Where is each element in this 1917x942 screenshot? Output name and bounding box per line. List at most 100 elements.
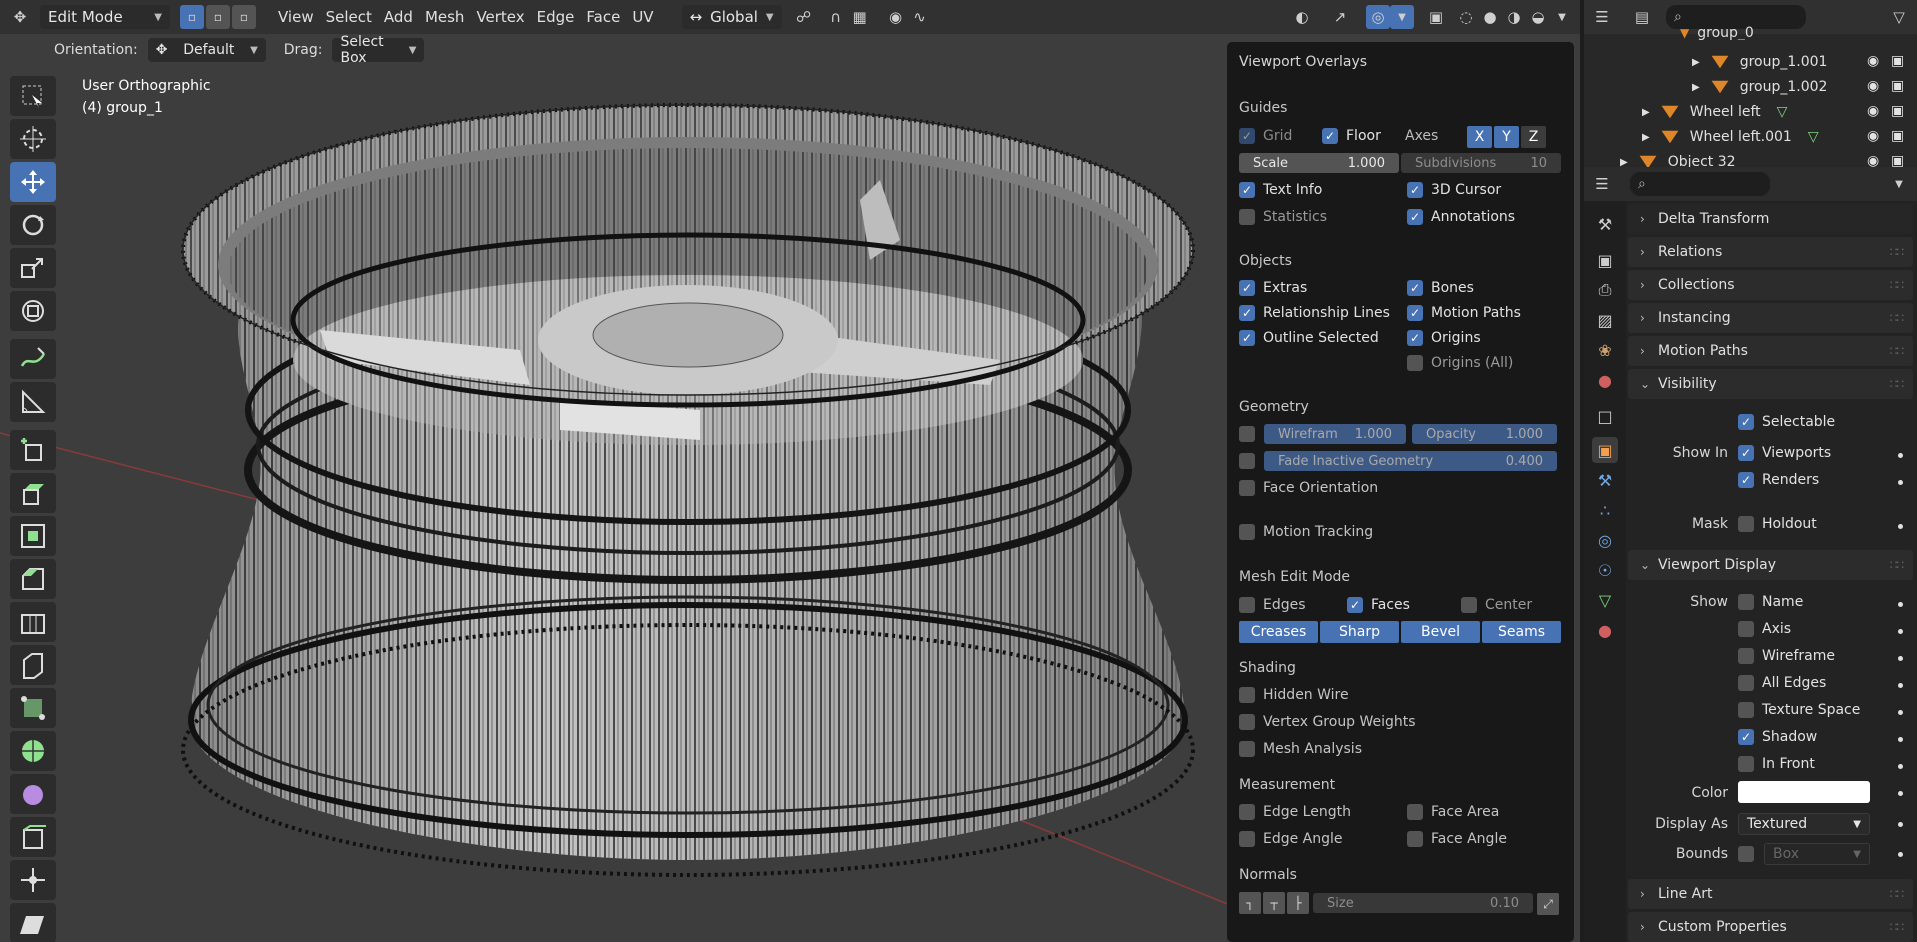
collection-tab-icon[interactable]: □ bbox=[1592, 403, 1618, 429]
scene-tab-icon[interactable]: ❀ bbox=[1592, 337, 1618, 363]
inset-tool[interactable] bbox=[10, 516, 56, 556]
camera-icon[interactable]: ▣ bbox=[1891, 153, 1904, 167]
keyframe-dot-icon[interactable] bbox=[1898, 602, 1903, 607]
display-mode-icon[interactable]: ▤ bbox=[1630, 5, 1654, 29]
knife-tool[interactable] bbox=[10, 645, 56, 685]
panel-custom-properties[interactable]: › Custom Properties ∷∷ bbox=[1628, 912, 1913, 942]
data-tab-icon[interactable]: ▽ bbox=[1592, 587, 1618, 613]
keyframe-dot-icon[interactable] bbox=[1898, 710, 1903, 715]
origins-checkbox[interactable]: ✓ Origins bbox=[1407, 330, 1481, 346]
snap-icon[interactable]: ∩ bbox=[824, 5, 848, 29]
drag-handle-icon[interactable]: ∷∷ bbox=[1890, 344, 1904, 358]
physics-tab-icon[interactable]: ◎ bbox=[1592, 527, 1618, 553]
renders-checkbox[interactable]: ✓ Renders bbox=[1738, 472, 1819, 488]
3d-cursor-checkbox[interactable]: ✓ 3D Cursor bbox=[1407, 182, 1501, 198]
keyframe-dot-icon[interactable] bbox=[1898, 656, 1903, 661]
editor-type-icon[interactable]: ✥ bbox=[8, 5, 32, 29]
outliner-row-group-1-002[interactable]: ▶ group_1.002 bbox=[1692, 75, 1827, 99]
drag-handle-icon[interactable]: ∷∷ bbox=[1890, 887, 1904, 901]
panel-line-art[interactable]: › Line Art ∷∷ bbox=[1628, 879, 1913, 909]
snap-target-icon[interactable]: ▦ bbox=[848, 5, 872, 29]
panel-motion-paths[interactable]: › Motion Paths ∷∷ bbox=[1628, 336, 1913, 366]
panel-relations[interactable]: › Relations ∷∷ bbox=[1628, 237, 1913, 267]
display-name-checkbox[interactable]: Name bbox=[1738, 594, 1803, 610]
measure-tool[interactable] bbox=[10, 382, 56, 422]
holdout-checkbox[interactable]: Holdout bbox=[1738, 516, 1817, 532]
motion-tracking-checkbox[interactable]: Motion Tracking bbox=[1239, 524, 1373, 540]
split-normals-icon[interactable]: ┬ bbox=[1263, 892, 1285, 914]
particles-tab-icon[interactable]: ∴ bbox=[1592, 497, 1618, 523]
floor-checkbox[interactable]: ✓ Floor bbox=[1322, 128, 1381, 144]
transform-orientation-dropdown[interactable]: ↔ Global ▼ bbox=[681, 5, 782, 29]
camera-icon[interactable]: ▣ bbox=[1891, 53, 1904, 69]
falloff-icon[interactable]: ∿ bbox=[908, 5, 932, 29]
visibility-icon[interactable]: ◐ bbox=[1290, 5, 1314, 29]
menu-add[interactable]: Add bbox=[378, 5, 419, 29]
edge-slide-tool[interactable] bbox=[10, 817, 56, 857]
axis-y-toggle[interactable]: Y bbox=[1494, 126, 1519, 148]
select-box-tool[interactable] bbox=[10, 76, 56, 116]
xray-icon[interactable]: ▣ bbox=[1424, 5, 1448, 29]
faces-checkbox[interactable]: ✓ Faces bbox=[1347, 597, 1410, 613]
drag-handle-icon[interactable]: ∷∷ bbox=[1890, 311, 1904, 325]
display-shadow-checkbox[interactable]: ✓ Shadow bbox=[1738, 729, 1817, 745]
drag-dropdown[interactable]: Select Box ▼ bbox=[332, 34, 425, 66]
fade-inactive-field[interactable]: Fade Inactive Geometry 0.400 bbox=[1264, 451, 1557, 471]
outliner-row-group-0[interactable]: ▼ group_0 bbox=[1680, 26, 1754, 40]
camera-icon[interactable]: ▣ bbox=[1891, 78, 1904, 94]
mode-selector[interactable]: Edit Mode ▼ bbox=[40, 5, 170, 29]
properties-editor-icon[interactable]: ☰ bbox=[1590, 172, 1614, 196]
fade-inactive-checkbox[interactable] bbox=[1239, 453, 1255, 469]
origins-all-checkbox[interactable]: Origins (All) bbox=[1407, 355, 1513, 371]
constraints-tab-icon[interactable]: ☉ bbox=[1592, 557, 1618, 583]
face-normals-icon[interactable]: ├ bbox=[1287, 892, 1309, 914]
keyframe-dot-icon[interactable] bbox=[1898, 737, 1903, 742]
shrink-fatten-tool[interactable] bbox=[10, 860, 56, 900]
loop-cut-tool[interactable] bbox=[10, 602, 56, 642]
display-as-dropdown[interactable]: Textured ▼ bbox=[1738, 813, 1870, 835]
selectable-checkbox[interactable]: ✓ Selectable bbox=[1738, 414, 1835, 430]
face-area-checkbox[interactable]: Face Area bbox=[1407, 804, 1499, 820]
keyframe-dot-icon[interactable] bbox=[1898, 480, 1903, 485]
wireframe-field[interactable]: Wirefram 1.000 bbox=[1264, 424, 1406, 444]
keyframe-dot-icon[interactable] bbox=[1898, 852, 1903, 857]
menu-view[interactable]: View bbox=[272, 5, 320, 29]
drag-handle-icon[interactable]: ∷∷ bbox=[1890, 278, 1904, 292]
object-tab-icon[interactable]: ▣ bbox=[1592, 437, 1618, 463]
face-orientation-checkbox[interactable]: Face Orientation bbox=[1239, 480, 1378, 496]
vertex-group-weights-checkbox[interactable]: Vertex Group Weights bbox=[1239, 714, 1416, 730]
wireframe-checkbox[interactable] bbox=[1239, 426, 1255, 442]
outliner-row-group-1-001[interactable]: ▶ group_1.001 bbox=[1692, 50, 1827, 74]
display-wireframe-checkbox[interactable]: Wireframe bbox=[1738, 648, 1835, 664]
world-tab-icon[interactable]: ● bbox=[1592, 367, 1618, 393]
scale-field[interactable]: Scale 1.000 bbox=[1239, 153, 1399, 173]
shading-wireframe-icon[interactable]: ◌ bbox=[1454, 5, 1478, 29]
poly-build-tool[interactable] bbox=[10, 688, 56, 728]
center-checkbox[interactable]: Center bbox=[1461, 597, 1532, 613]
drag-handle-icon[interactable]: ∷∷ bbox=[1890, 245, 1904, 259]
mesh-analysis-checkbox[interactable]: Mesh Analysis bbox=[1239, 741, 1362, 757]
opacity-field[interactable]: Opacity 1.000 bbox=[1412, 424, 1557, 444]
extras-checkbox[interactable]: ✓ Extras bbox=[1239, 280, 1307, 296]
text-info-checkbox[interactable]: ✓ Text Info bbox=[1239, 182, 1322, 198]
hidden-wire-checkbox[interactable]: Hidden Wire bbox=[1239, 687, 1349, 703]
panel-viewport-display[interactable]: ⌄ Viewport Display ∷∷ bbox=[1628, 550, 1913, 580]
output-tab-icon[interactable]: ⎙ bbox=[1592, 277, 1618, 303]
bevel-toggle[interactable]: Bevel bbox=[1401, 621, 1480, 643]
keyframe-dot-icon[interactable] bbox=[1898, 524, 1903, 529]
panel-visibility[interactable]: ⌄ Visibility ∷∷ bbox=[1628, 369, 1913, 399]
drag-handle-icon[interactable]: ∷∷ bbox=[1890, 377, 1904, 391]
statistics-checkbox[interactable]: Statistics bbox=[1239, 209, 1327, 225]
outliner-row-wheel-left-001[interactable]: ▶ Wheel left.001 ▽ bbox=[1642, 125, 1819, 149]
add-cube-tool[interactable] bbox=[10, 430, 56, 470]
drag-handle-icon[interactable]: ∷∷ bbox=[1890, 558, 1904, 572]
menu-face[interactable]: Face bbox=[580, 5, 626, 29]
keyframe-dot-icon[interactable] bbox=[1898, 629, 1903, 634]
seams-toggle[interactable]: Seams bbox=[1482, 621, 1561, 643]
keyframe-dot-icon[interactable] bbox=[1898, 822, 1903, 827]
annotate-tool[interactable] bbox=[10, 339, 56, 379]
face-angle-checkbox[interactable]: Face Angle bbox=[1407, 831, 1507, 847]
menu-vertex[interactable]: Vertex bbox=[470, 5, 530, 29]
annotations-checkbox[interactable]: ✓ Annotations bbox=[1407, 209, 1515, 225]
view-layer-tab-icon[interactable]: ▨ bbox=[1592, 307, 1618, 333]
